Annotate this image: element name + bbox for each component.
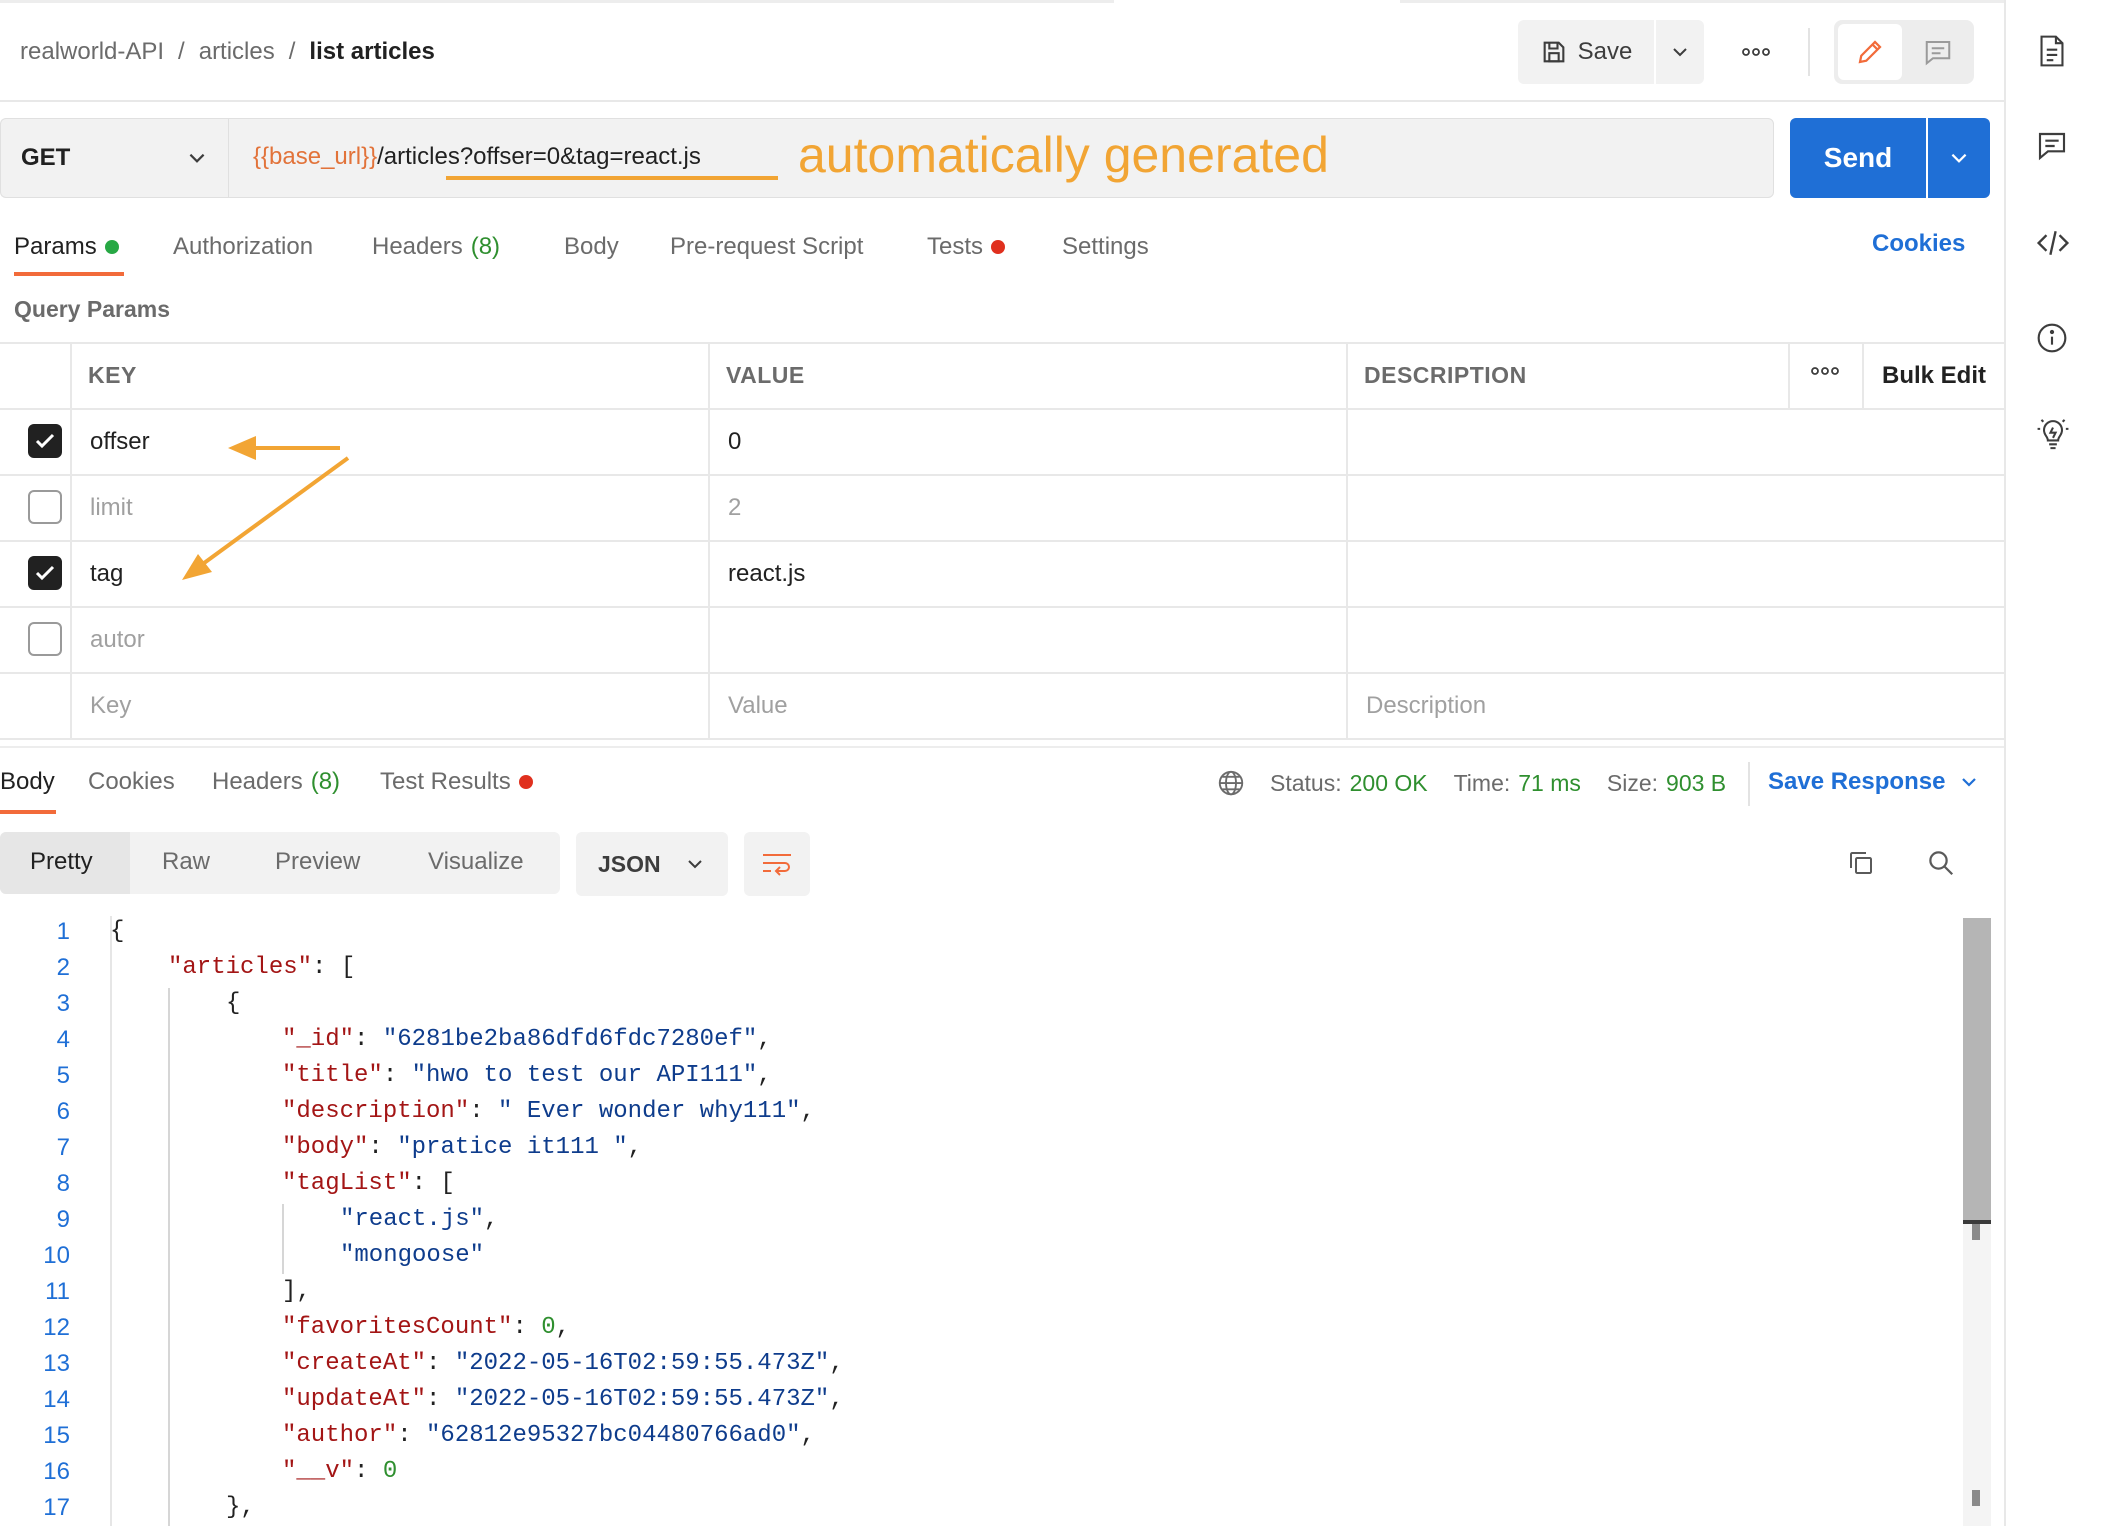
- code-line: "mongoose": [340, 1242, 485, 1269]
- view-raw[interactable]: Raw: [162, 848, 210, 876]
- right-sidebar-border: [2004, 0, 2006, 1526]
- response-tab-headers[interactable]: Headers (8): [212, 768, 340, 796]
- indent-guide: [282, 1204, 284, 1274]
- line-number: 3: [56, 990, 70, 1017]
- test-results-indicator-dot: [518, 775, 533, 789]
- status-label: Status:: [1270, 769, 1342, 796]
- line-number: 4: [56, 1026, 70, 1053]
- globe-icon: [1216, 768, 1246, 798]
- code-line: },: [226, 1494, 255, 1521]
- line-number: 17: [43, 1494, 70, 1521]
- documentation-icon[interactable]: [2036, 34, 2068, 68]
- line-number: 6: [56, 1098, 70, 1125]
- comments-icon[interactable]: [2036, 130, 2068, 162]
- headers-count: (8): [310, 768, 341, 795]
- line-number: 11: [45, 1278, 70, 1305]
- code-line: "createAt": "2022-05-16T02:59:55.473Z",: [282, 1350, 844, 1377]
- time-label: Time:: [1453, 769, 1511, 796]
- line-number: 5: [56, 1062, 70, 1089]
- code-line: ],: [282, 1278, 311, 1305]
- active-tab-underline: [0, 810, 56, 814]
- info-icon[interactable]: [2036, 322, 2068, 354]
- line-number: 16: [43, 1458, 70, 1485]
- code-line: "tagList": [: [282, 1170, 455, 1197]
- format-label: JSON: [598, 850, 661, 877]
- lightbulb-icon[interactable]: [2036, 416, 2070, 452]
- line-number: 8: [56, 1170, 70, 1197]
- code-line: "favoritesCount": 0,: [282, 1314, 571, 1341]
- view-preview[interactable]: Preview: [275, 848, 360, 876]
- code-line: "_id": "6281be2ba86dfd6fdc7280ef",: [282, 1026, 772, 1053]
- code-line: "articles": [: [168, 954, 356, 981]
- status-value: 200 OK: [1349, 769, 1428, 796]
- code-line: {: [110, 918, 125, 945]
- response-tab-test-results[interactable]: Test Results: [380, 768, 533, 796]
- view-visualize[interactable]: Visualize: [428, 848, 524, 876]
- code-line: "author": "62812e95327bc04480766ad0",: [282, 1422, 815, 1449]
- line-number: 13: [43, 1350, 70, 1377]
- line-number: 12: [43, 1314, 70, 1341]
- status-divider: [1748, 762, 1750, 806]
- line-number: 9: [56, 1206, 70, 1233]
- chevron-down-icon: [685, 854, 705, 874]
- tab-label: Test Results: [380, 768, 511, 795]
- size-value: 903 B: [1666, 769, 1727, 796]
- response-status: Status: 200 OK Time: 71 ms Size: 903 B: [1216, 768, 1752, 798]
- line-number: 14: [43, 1386, 70, 1413]
- editor-scrollbar-thumb[interactable]: [1963, 918, 1991, 1220]
- response-tab-cookies[interactable]: Cookies: [88, 768, 175, 796]
- line-number: 7: [56, 1134, 70, 1161]
- code-gutter-divider: [110, 916, 112, 1526]
- save-response-label: Save Response: [1768, 768, 1946, 795]
- annotation-arrows: [182, 436, 350, 580]
- response-tab-body[interactable]: Body: [0, 768, 55, 796]
- scrollbar-marker: [1972, 1224, 1980, 1240]
- tab-label: Headers: [212, 768, 303, 795]
- section-separator: [0, 746, 2004, 748]
- code-line: "title": "hwo to test our API111",: [282, 1062, 772, 1089]
- save-response-button[interactable]: Save Response: [1768, 768, 1979, 796]
- code-line: "react.js",: [340, 1206, 499, 1233]
- search-icon[interactable]: [1926, 848, 1956, 878]
- indent-guide: [168, 988, 170, 1526]
- line-number: 15: [43, 1422, 70, 1449]
- code-line: "body": "pratice it111 ",: [282, 1134, 643, 1161]
- line-number: 10: [43, 1242, 70, 1269]
- wrap-lines-button[interactable]: [744, 832, 810, 896]
- scrollbar-marker: [1972, 1490, 1980, 1506]
- wrap-lines-icon: [761, 850, 793, 878]
- size-label: Size:: [1606, 769, 1659, 796]
- view-pretty[interactable]: Pretty: [30, 848, 93, 876]
- line-number: 2: [56, 954, 70, 981]
- code-line: {: [226, 990, 241, 1017]
- code-line: "description": " Ever wonder why111",: [282, 1098, 815, 1125]
- code-icon[interactable]: [2036, 228, 2070, 258]
- line-number: 1: [56, 918, 70, 945]
- time-value: 71 ms: [1518, 769, 1581, 796]
- chevron-down-icon: [1959, 772, 1979, 792]
- format-select[interactable]: JSON: [576, 832, 728, 896]
- code-line: "updateAt": "2022-05-16T02:59:55.473Z",: [282, 1386, 844, 1413]
- copy-icon[interactable]: [1846, 848, 1876, 878]
- code-line: "__v": 0: [282, 1458, 398, 1485]
